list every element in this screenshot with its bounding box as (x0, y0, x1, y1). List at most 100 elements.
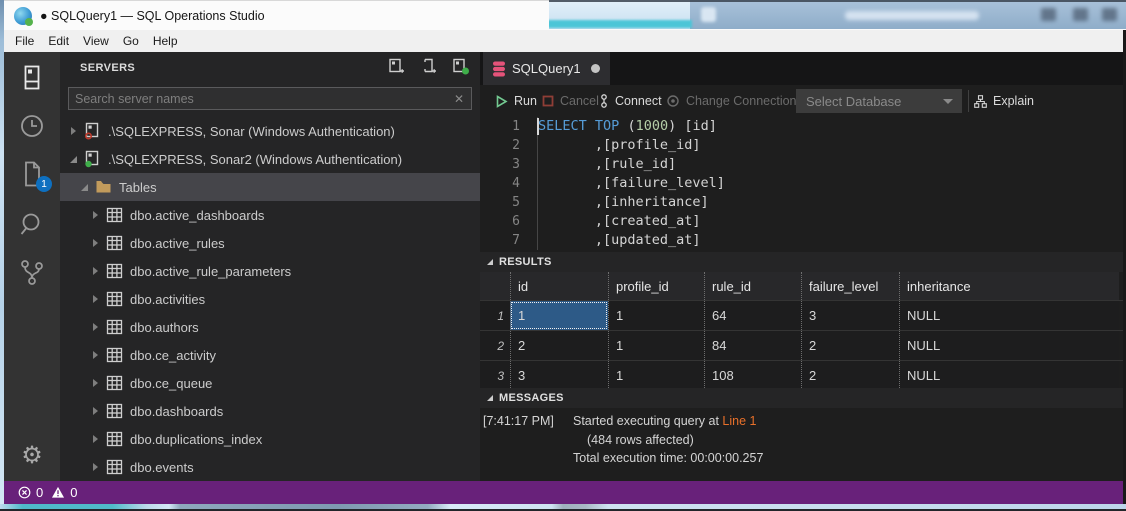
tree-item-dbo-events[interactable]: dbo.events (60, 453, 480, 481)
code-line-3[interactable]: 3 ,[rule_id] (480, 155, 1123, 174)
column-header-inheritance[interactable]: inheritance (899, 272, 1119, 300)
grid-cell[interactable]: NULL (899, 361, 1119, 390)
status-bar: 0 0 (4, 481, 1123, 504)
row-number[interactable]: 3 (480, 361, 510, 390)
collapsed-arrow-icon[interactable] (89, 323, 101, 331)
column-header-rule_id[interactable]: rule_id (704, 272, 801, 300)
collapsed-arrow-icon[interactable] (67, 127, 79, 135)
change-connection-button[interactable]: Change Connection (666, 85, 797, 117)
column-header-failure_level[interactable]: failure_level (801, 272, 899, 300)
menu-help[interactable]: Help (146, 30, 185, 52)
grid-cell[interactable]: 3 (510, 361, 608, 390)
explain-button[interactable]: Explain (974, 85, 1034, 117)
grid-cell[interactable]: 1 (608, 361, 704, 390)
grid-cell[interactable]: 1 (510, 301, 608, 330)
new-connection-icon[interactable] (388, 58, 405, 76)
row-number[interactable]: 2 (480, 331, 510, 360)
grid-cell[interactable]: 1 (608, 301, 704, 330)
code-line-5[interactable]: 5 ,[inheritance] (480, 193, 1123, 212)
grid-cell[interactable]: 1 (608, 331, 704, 360)
grid-corner-cell[interactable] (480, 272, 510, 300)
line-number: 1 (512, 119, 520, 134)
search-input[interactable] (69, 91, 454, 106)
server-icon (84, 150, 101, 168)
collapsed-arrow-icon[interactable] (89, 463, 101, 471)
grid-cell[interactable]: 108 (704, 361, 801, 390)
collapsed-arrow-icon[interactable] (89, 351, 101, 359)
row-number[interactable]: 1 (480, 301, 510, 330)
menu-go[interactable]: Go (116, 30, 146, 52)
grid-cell[interactable]: 2 (801, 331, 899, 360)
tab-sqlquery1[interactable]: SQLQuery1 (483, 52, 610, 85)
column-header-id[interactable]: id (510, 272, 608, 300)
explain-icon (974, 94, 987, 108)
menu-file[interactable]: File (8, 30, 41, 52)
minimize-icon[interactable] (1041, 8, 1056, 21)
collapsed-arrow-icon[interactable] (89, 239, 101, 247)
tree-item-label: dbo.duplications_index (130, 431, 263, 447)
collapsed-arrow-icon[interactable] (89, 211, 101, 219)
code-line-7[interactable]: 7 ,[updated_at] (480, 231, 1123, 250)
servers-icon[interactable] (18, 64, 46, 92)
grid-cell[interactable]: NULL (899, 301, 1119, 330)
tree-item-dbo-activities[interactable]: dbo.activities (60, 285, 480, 313)
grid-cell[interactable]: 2 (510, 331, 608, 360)
collapsed-arrow-icon[interactable] (89, 295, 101, 303)
connect-button[interactable]: Connect (599, 85, 662, 117)
grid-cell[interactable]: 3 (801, 301, 899, 330)
tree-item--sqlexpress-sonar2-windows-authentication-[interactable]: .\SQLEXPRESS, Sonar2 (Windows Authentica… (60, 145, 480, 173)
task-history-icon[interactable] (18, 112, 46, 140)
maximize-icon[interactable] (1073, 8, 1088, 21)
query-editor-icon[interactable]: 1 (18, 160, 52, 192)
tree-item-dbo-active-dashboards[interactable]: dbo.active_dashboards (60, 201, 480, 229)
dirty-indicator-icon[interactable] (590, 64, 600, 73)
gear-icon[interactable]: ⚙ (18, 442, 46, 470)
errors-status[interactable]: 0 (18, 485, 43, 500)
close-icon[interactable] (1102, 8, 1117, 21)
code-line-6[interactable]: 6 ,[created_at] (480, 212, 1123, 231)
tree-item-dbo-ce-activity[interactable]: dbo.ce_activity (60, 341, 480, 369)
expanded-arrow-icon[interactable] (67, 155, 79, 163)
grid-cell[interactable]: 84 (704, 331, 801, 360)
column-header-profile_id[interactable]: profile_id (608, 272, 704, 300)
tree-item--sqlexpress-sonar-windows-authentication-[interactable]: .\SQLEXPRESS, Sonar (Windows Authenticat… (60, 117, 480, 145)
code-line-4[interactable]: 4 ,[failure_level] (480, 174, 1123, 193)
collapsed-arrow-icon[interactable] (89, 435, 101, 443)
tree-item-dbo-active-rule-parameters[interactable]: dbo.active_rule_parameters (60, 257, 480, 285)
menu-view[interactable]: View (76, 30, 116, 52)
tree-item-tables[interactable]: Tables (60, 173, 480, 201)
run-button[interactable]: Run (496, 85, 537, 117)
tree-item-dbo-dashboards[interactable]: dbo.dashboards (60, 397, 480, 425)
tree-item-dbo-authors[interactable]: dbo.authors (60, 313, 480, 341)
messages-panel: [7:41:17 PM] Started executing query at … (480, 408, 1123, 481)
message-line: Started executing query at Line 1 (573, 414, 757, 428)
source-control-icon[interactable] (18, 258, 46, 286)
messages-panel-header[interactable]: MESSAGES (480, 388, 1123, 408)
grid-cell[interactable]: 64 (704, 301, 801, 330)
active-connections-icon[interactable] (452, 58, 469, 76)
search-icon[interactable] (18, 210, 46, 238)
grid-cell[interactable]: NULL (899, 331, 1119, 360)
results-panel-header[interactable]: RESULTS (480, 252, 1123, 272)
code-text: ,[inheritance] (538, 194, 709, 210)
new-server-group-icon[interactable] (420, 58, 437, 76)
code-text: SELECT TOP (1000) [id] (538, 118, 717, 134)
collapsed-arrow-icon[interactable] (89, 267, 101, 275)
database-dropdown-value: Select Database (806, 93, 902, 109)
collapsed-arrow-icon[interactable] (89, 407, 101, 415)
menu-edit[interactable]: Edit (41, 30, 76, 52)
line-link[interactable]: Line 1 (722, 414, 756, 428)
code-editor[interactable]: 1 SELECT TOP (1000) [id] 2 ,[profile_id] 3 … (480, 117, 1123, 252)
tree-item-dbo-active-rules[interactable]: dbo.active_rules (60, 229, 480, 257)
code-line-2[interactable]: 2 ,[profile_id] (480, 136, 1123, 155)
collapsed-arrow-icon[interactable] (89, 379, 101, 387)
code-line-1[interactable]: 1 SELECT TOP (1000) [id] (480, 117, 1123, 136)
expanded-arrow-icon[interactable] (78, 183, 90, 191)
tree-item-dbo-duplications-index[interactable]: dbo.duplications_index (60, 425, 480, 453)
clear-search-icon[interactable]: ✕ (454, 92, 471, 106)
warnings-status[interactable]: 0 (51, 485, 77, 500)
tree-item-dbo-ce-queue[interactable]: dbo.ce_queue (60, 369, 480, 397)
database-dropdown[interactable]: Select Database (796, 89, 962, 113)
cancel-button[interactable]: Cancel (542, 85, 599, 117)
grid-cell[interactable]: 2 (801, 361, 899, 390)
